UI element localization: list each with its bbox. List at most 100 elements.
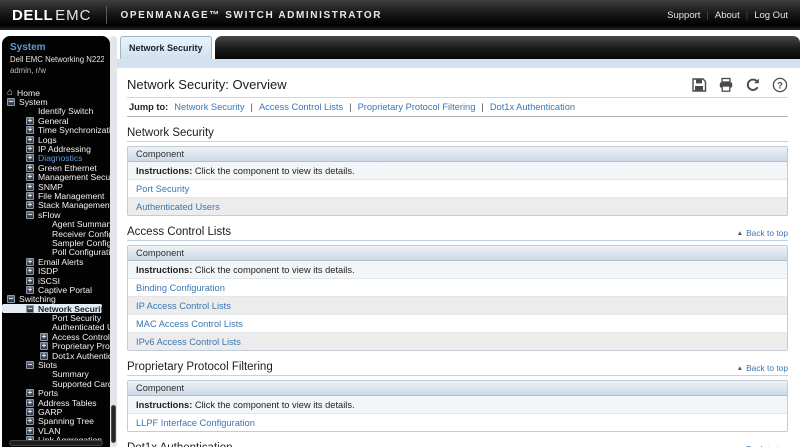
tree-item-switching[interactable]: − Switching	[2, 295, 110, 304]
tab-network-security[interactable]: Network Security	[120, 36, 212, 59]
logout-link[interactable]: Log Out	[754, 10, 788, 21]
expand-plus-icon: +	[26, 388, 34, 398]
save-icon[interactable]	[691, 77, 707, 93]
tree-item-garp[interactable]: + GARP	[2, 407, 110, 417]
jump-link-network-security[interactable]: Network Security	[174, 102, 244, 112]
component-table-header: Component	[128, 246, 787, 261]
tree-item-logs[interactable]: + Logs	[2, 135, 110, 144]
tree-item-poll-configuration[interactable]: Poll Configuration	[2, 248, 110, 257]
expand-plus-icon: +	[26, 116, 34, 125]
tree-item-management-security[interactable]: + Management Security	[2, 173, 110, 182]
tree-item-agent-summary[interactable]: Agent Summary	[2, 219, 110, 228]
tree-item-file-management[interactable]: + File Management	[2, 191, 110, 201]
tree-item-sflow[interactable]: − sFlow	[2, 210, 110, 219]
tab-strip-background	[214, 36, 800, 59]
tree-item-system[interactable]: − System	[2, 97, 110, 107]
sidebar-scrollbar-thumb[interactable]	[111, 405, 116, 443]
tree-item-supported-cards[interactable]: Supported Cards	[2, 379, 110, 388]
expand-plus-icon: +	[26, 181, 34, 191]
print-icon[interactable]	[718, 77, 734, 93]
tree-item-authenticated-users[interactable]: Authenticated Users	[2, 323, 110, 332]
expand-plus-icon: +	[26, 407, 34, 416]
tree-item-address-tables[interactable]: + Address Tables	[2, 398, 110, 407]
expand-plus-icon: +	[40, 350, 48, 360]
top-links: Support | About | Log Out	[667, 10, 788, 21]
tree-item-dot1x-authentication[interactable]: + Dot1x Authentication	[2, 351, 110, 360]
component-table: Component Instructions: Click the compon…	[127, 146, 788, 216]
top-bar: DELL EMC OPENMANAGE™ SWITCH ADMINISTRATO…	[0, 0, 800, 30]
component-link-ipv6-access-control-lists[interactable]: IPv6 Access Control Lists	[128, 332, 787, 350]
tree-item-summary[interactable]: Summary	[2, 370, 110, 379]
tree-item-receiver-configuration[interactable]: Receiver Configuration	[2, 229, 110, 238]
jump-link-dot1x-authentication[interactable]: Dot1x Authentication	[490, 102, 575, 112]
tree-item-captive-portal[interactable]: + Captive Portal	[2, 285, 110, 295]
tree-item-time-synchronization[interactable]: + Time Synchronization	[2, 126, 110, 135]
tree-item-network-security[interactable]: − Network Security	[2, 303, 102, 314]
tree-item-stack-management[interactable]: + Stack Management	[2, 201, 110, 210]
up-triangle-icon: ▲	[736, 229, 744, 237]
tree-item-sampler-configuration[interactable]: Sampler Configuration	[2, 238, 110, 247]
component-link-binding-configuration[interactable]: Binding Configuration	[128, 278, 787, 296]
collapse-minus-icon: −	[26, 360, 34, 370]
jump-link-proprietary-protocol-filtering[interactable]: Proprietary Protocol Filtering	[358, 102, 476, 112]
expand-plus-icon: +	[26, 153, 34, 163]
section-network-security: Network Security Component Instructions:…	[127, 127, 788, 216]
expand-plus-icon: +	[26, 275, 34, 285]
expand-plus-icon: +	[26, 163, 34, 172]
jump-link-access-control-lists[interactable]: Access Control Lists	[259, 102, 343, 112]
tree-item-spanning-tree[interactable]: + Spanning Tree	[2, 417, 110, 426]
tree-item-isdp[interactable]: + ISDP	[2, 266, 110, 276]
tree-item-slots[interactable]: − Slots	[2, 360, 110, 370]
support-link[interactable]: Support	[667, 10, 700, 21]
tree-item-general[interactable]: + General	[2, 116, 110, 126]
expand-plus-icon: +	[26, 200, 34, 210]
component-link-authenticated-users[interactable]: Authenticated Users	[128, 197, 787, 215]
jump-link-separator: |	[481, 102, 484, 112]
component-link-llpf-interface-configuration[interactable]: LLPF Interface Configuration	[128, 413, 787, 431]
expand-plus-icon: +	[26, 172, 34, 182]
tree-item-proprietary-protocol-filtering[interactable]: + Proprietary Protocol Filtering	[2, 342, 110, 351]
tree-item-email-alerts[interactable]: + Email Alerts	[2, 257, 110, 266]
expand-plus-icon: +	[26, 191, 34, 200]
sections-container: Network Security Component Instructions:…	[127, 127, 788, 447]
expand-plus-icon: +	[40, 341, 48, 351]
jump-link-separator: |	[250, 102, 253, 112]
app-title: OPENMANAGE™ SWITCH ADMINISTRATOR	[120, 9, 383, 21]
component-table: Component Instructions: Click the compon…	[127, 380, 788, 432]
expand-plus-icon: +	[26, 257, 34, 266]
sidebar-scrollbar-track[interactable]	[110, 36, 117, 447]
back-to-top-link[interactable]: ▲ Back to top	[737, 228, 788, 238]
section-title: Network Security	[127, 127, 214, 139]
tree-item-identify-switch[interactable]: Identify Switch	[2, 107, 110, 116]
jump-to-label: Jump to:	[129, 102, 169, 112]
svg-text:?: ?	[777, 80, 783, 91]
tree-item-ip-addressing[interactable]: + IP Addressing	[2, 144, 110, 154]
device-name: Dell EMC Networking N2224X-ON	[10, 55, 104, 64]
component-link-mac-access-control-lists[interactable]: MAC Access Control Lists	[128, 314, 787, 332]
tree-item-access-control-lists[interactable]: + Access Control Lists	[2, 332, 110, 342]
tree-item-vlan[interactable]: + VLAN	[2, 426, 110, 435]
tree-item-diagnostics[interactable]: + Diagnostics	[2, 154, 110, 163]
about-link[interactable]: About	[715, 10, 740, 21]
tree-item-ports[interactable]: + Ports	[2, 389, 110, 398]
component-table-header: Component	[128, 381, 787, 396]
collapse-minus-icon: −	[26, 303, 34, 313]
tree-item-home[interactable]: ⌂ Home	[2, 88, 110, 97]
logged-in-user: admin, r/w	[10, 66, 46, 75]
page-title: Network Security: Overview	[127, 77, 287, 92]
refresh-icon[interactable]	[745, 77, 761, 93]
tree-item-snmp[interactable]: + SNMP	[2, 182, 110, 191]
component-link-ip-access-control-lists[interactable]: IP Access Control Lists	[128, 296, 787, 314]
tree-item-iscsi[interactable]: + iSCSI	[2, 276, 110, 285]
help-icon[interactable]: ?	[772, 77, 788, 93]
section-access-control-lists: Access Control Lists ▲ Back to top Compo…	[127, 226, 788, 351]
tree-item-port-security[interactable]: Port Security	[2, 313, 110, 322]
page-toolbar: ?	[691, 77, 788, 93]
component-link-port-security[interactable]: Port Security	[128, 179, 787, 197]
expand-plus-icon: +	[26, 144, 34, 154]
component-table: Component Instructions: Click the compon…	[127, 245, 788, 351]
horizontal-scrollbar-thumb[interactable]	[9, 440, 103, 446]
back-to-top-link[interactable]: ▲ Back to top	[737, 363, 788, 373]
tree-item-green-ethernet[interactable]: + Green Ethernet	[2, 163, 110, 173]
top-link-separator: |	[706, 9, 709, 21]
